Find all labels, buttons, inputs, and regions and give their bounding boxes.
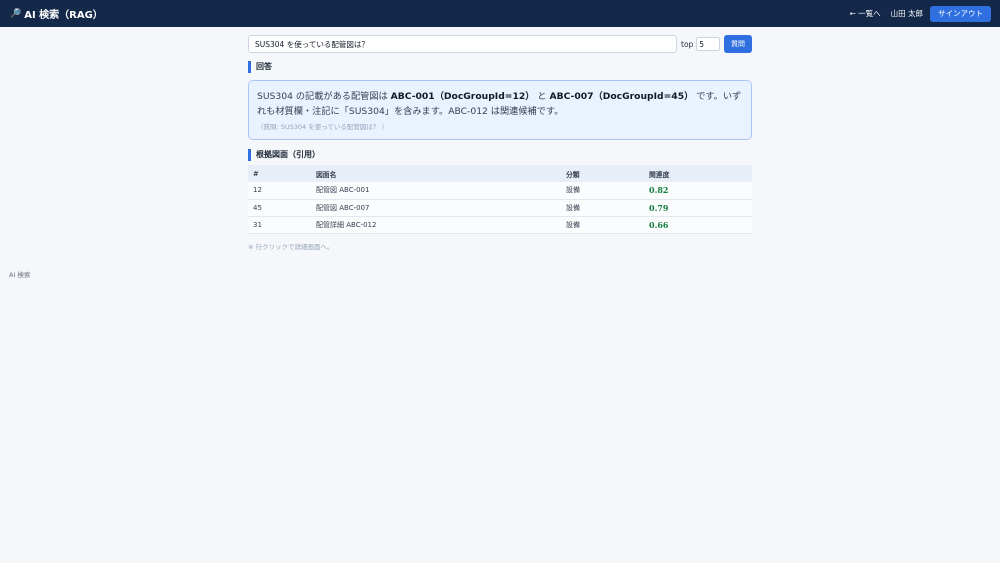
- answer-highlight: ABC-007（DocGroupId=45）: [549, 91, 694, 102]
- user-name: 山田 太郎: [890, 9, 923, 18]
- app-title: AI 検索（RAG）: [24, 10, 103, 21]
- app-brand: 🔎 AI 検索（RAG）: [10, 6, 103, 22]
- search-icon: 🔎: [10, 8, 22, 19]
- row-score: 0.82: [649, 185, 669, 196]
- column-header-id: #: [253, 169, 259, 178]
- column-header-category: 分類: [566, 170, 580, 179]
- question-echo: （質問: SUS304 を使っている配管図は？ ）: [257, 123, 388, 131]
- footer-label: AI 検索: [9, 271, 31, 279]
- table-row[interactable]: 45 配管図 ABC-007 設備 0.79: [248, 199, 752, 216]
- search-row: top 質問: [248, 35, 752, 53]
- row-category: 設備: [566, 203, 580, 212]
- row-name: 配管図 ABC-001: [316, 186, 370, 195]
- top-bar: 🔎 AI 検索（RAG） ← 一覧へ 山田 太郎 サインアウト: [0, 0, 1000, 27]
- citations-heading: 根拠図面（引用）: [248, 149, 752, 161]
- row-id: 45: [253, 203, 262, 212]
- header-nav: ← 一覧へ 山田 太郎 サインアウト: [849, 5, 991, 22]
- row-id: 12: [253, 186, 262, 195]
- answer-text: SUS304 の記載がある配管図は ABC-001（DocGroupId=12）…: [257, 89, 743, 119]
- answer-box: SUS304 の記載がある配管図は ABC-001（DocGroupId=12）…: [248, 80, 752, 140]
- query-input[interactable]: [248, 35, 677, 53]
- answer-text-part: SUS304 の記載がある配管図は: [257, 91, 391, 102]
- citations-table: # 図面名 分類 関連度 12 配管図 ABC-001 設備 0.82 45 配…: [248, 165, 752, 234]
- row-category: 設備: [566, 186, 580, 195]
- row-name: 配管詳細 ABC-012: [316, 220, 377, 229]
- table-note: ※ 行クリックで詳細画面へ。: [248, 242, 334, 251]
- table-row[interactable]: 12 配管図 ABC-001 設備 0.82: [248, 182, 752, 199]
- topk-input[interactable]: [696, 37, 721, 51]
- answer-heading: 回答: [248, 61, 752, 73]
- column-header-name: 図面名: [316, 170, 337, 179]
- row-id: 31: [253, 220, 262, 229]
- signout-button[interactable]: サインアウト: [930, 5, 991, 22]
- row-score: 0.66: [649, 219, 669, 230]
- ask-button[interactable]: 質問: [724, 35, 752, 53]
- row-score: 0.79: [649, 202, 669, 213]
- answer-highlight: ABC-001（DocGroupId=12）: [390, 91, 535, 102]
- table-row[interactable]: 31 配管詳細 ABC-012 設備 0.66: [248, 216, 752, 233]
- topk-label: top: [681, 39, 694, 49]
- back-to-list-link[interactable]: ← 一覧へ: [849, 8, 880, 19]
- answer-text-part: と: [534, 91, 550, 102]
- table-header-row: # 図面名 分類 関連度: [248, 165, 752, 182]
- main-content: top 質問 回答 SUS304 の記載がある配管図は ABC-001（DocG…: [248, 35, 752, 251]
- column-header-score: 関連度: [649, 170, 670, 179]
- row-name: 配管図 ABC-007: [316, 203, 370, 212]
- row-category: 設備: [566, 220, 580, 229]
